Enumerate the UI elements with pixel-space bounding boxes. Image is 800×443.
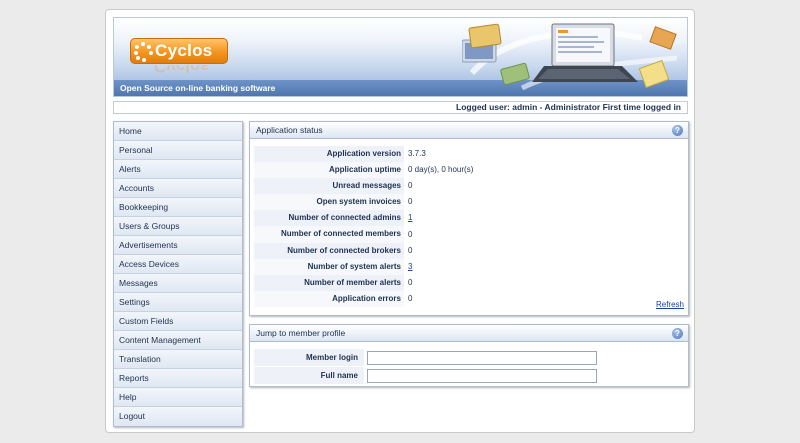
row-label: Unread messages (254, 178, 404, 195)
sidebar-item-messages[interactable]: Messages (114, 274, 242, 293)
page-container: Cyclos Cyclos Open Source on-line bankin… (105, 9, 695, 433)
header-banner: Cyclos Cyclos Open Source on-line bankin… (113, 17, 688, 97)
cyclos-logo-icon (131, 39, 155, 63)
help-icon[interactable]: ? (672, 328, 683, 339)
jump-to-member-panel: Jump to member profile ? Member login Fu… (249, 324, 689, 387)
full-name-input[interactable] (367, 368, 597, 383)
sidebar-item-logout[interactable]: Logout (114, 407, 242, 426)
sidebar-item-reports[interactable]: Reports (114, 369, 242, 388)
row-value: 0 (408, 277, 413, 287)
sidebar-item-accounts[interactable]: Accounts (114, 179, 242, 198)
sidebar-item-users-groups[interactable]: Users & Groups (114, 217, 242, 236)
table-row: Application version 3.7.3 (254, 146, 684, 163)
member-login-input[interactable] (367, 350, 597, 365)
sidebar-item-translation[interactable]: Translation (114, 350, 242, 369)
table-row: Open system invoices 0 (254, 194, 684, 211)
sidebar-item-content-management[interactable]: Content Management (114, 331, 242, 350)
row-label: Application uptime (254, 162, 404, 179)
sidebar-item-access-devices[interactable]: Access Devices (114, 255, 242, 274)
row-value: 0 (408, 197, 413, 207)
panel-header: Application status ? (250, 122, 688, 139)
row-value: 0 day(s), 0 hour(s) (408, 165, 474, 175)
logged-user-bar: Logged user: admin - Administrator First… (113, 101, 688, 114)
connected-admins-link[interactable]: 1 (408, 213, 412, 222)
sidebar-item-home[interactable]: Home (114, 122, 242, 141)
member-login-label: Member login (254, 349, 364, 366)
member-login-row: Member login (254, 349, 684, 366)
table-row: Application errors 0 (254, 290, 684, 307)
panel-header: Jump to member profile ? (250, 325, 688, 342)
row-value: 0 (408, 245, 413, 255)
row-label: Number of connected brokers (254, 242, 404, 259)
refresh-link[interactable]: Refresh (656, 300, 684, 309)
panel-title: Jump to member profile (256, 328, 346, 338)
sidebar-item-alerts[interactable]: Alerts (114, 160, 242, 179)
help-icon[interactable]: ? (672, 125, 683, 136)
table-row: Number of member alerts 0 (254, 274, 684, 291)
cyclos-logo: Cyclos (130, 38, 228, 64)
row-value: 0 (408, 229, 413, 239)
status-table: Application version 3.7.3 Application upt… (254, 146, 684, 307)
row-value: 0 (408, 293, 413, 303)
row-label: Application version (254, 146, 404, 163)
sidebar-item-help[interactable]: Help (114, 388, 242, 407)
table-row: Number of system alerts 3 (254, 258, 684, 275)
system-alerts-link[interactable]: 3 (408, 262, 412, 271)
logo-reflection: Cyclos (154, 65, 210, 76)
row-label: Number of system alerts (254, 258, 404, 275)
sidebar-item-settings[interactable]: Settings (114, 293, 242, 312)
row-value: 3.7.3 (408, 149, 426, 159)
row-label: Number of connected admins (254, 210, 404, 227)
table-row: Application uptime 0 day(s), 0 hour(s) (254, 162, 684, 179)
tagline: Open Source on-line banking software (120, 83, 276, 93)
banking-illustration-icon (462, 23, 678, 91)
row-label: Open system invoices (254, 194, 404, 211)
sidebar-item-advertisements[interactable]: Advertisements (114, 236, 242, 255)
table-row: Number of connected brokers 0 (254, 242, 684, 259)
row-label: Application errors (254, 290, 404, 307)
logo-text: Cyclos (155, 41, 213, 60)
row-label: Number of member alerts (254, 274, 404, 291)
row-value-cell: 1 (404, 210, 684, 226)
row-label: Number of connected members (254, 226, 404, 243)
sidebar-item-personal[interactable]: Personal (114, 141, 242, 160)
full-name-label: Full name (254, 367, 364, 384)
row-value-cell: 3 (404, 259, 684, 275)
application-status-panel: Application status ? Application version… (249, 121, 689, 316)
sidebar-menu: Home Personal Alerts Accounts Bookkeepin… (113, 121, 243, 427)
full-name-row: Full name (254, 367, 684, 384)
table-row: Unread messages 0 (254, 178, 684, 195)
table-row: Number of connected members 0 (254, 226, 684, 243)
table-row: Number of connected admins 1 (254, 210, 684, 227)
sidebar-item-bookkeeping[interactable]: Bookkeeping (114, 198, 242, 217)
panel-title: Application status (256, 125, 323, 135)
row-value: 0 (408, 181, 413, 191)
sidebar-item-custom-fields[interactable]: Custom Fields (114, 312, 242, 331)
